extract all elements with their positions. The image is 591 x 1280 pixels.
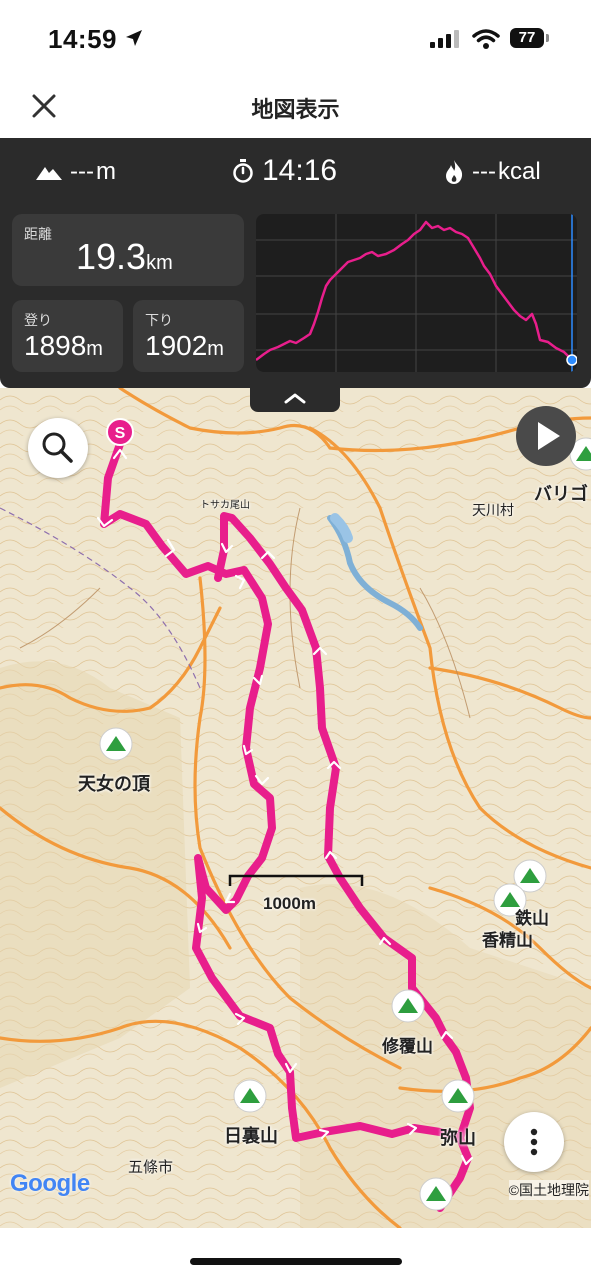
start-marker: S (106, 418, 134, 446)
descent-label: 下り (145, 312, 173, 328)
duration-value: 14:16 (262, 154, 338, 187)
duration-stat: 14:16 (232, 154, 337, 188)
distance-card: 距離 19.3km (12, 214, 244, 286)
nav-bar: 地図表示 (0, 78, 591, 138)
calories-value: --- (472, 158, 496, 185)
map-label-yasen: 弥山 (440, 1128, 476, 1148)
distance-value-group: 19.3km (76, 236, 173, 278)
location-arrow-icon (126, 30, 142, 46)
wifi-icon (472, 29, 500, 49)
elevation-unit: m (95, 158, 116, 185)
battery-icon (546, 34, 549, 42)
play-icon (538, 422, 560, 450)
home-indicator[interactable] (190, 1258, 402, 1265)
search-icon (42, 432, 73, 463)
map-label-gojo: 五條市 (128, 1159, 174, 1176)
scale-bar-label: 1000m (263, 894, 316, 913)
map-label-kosei: 香精山 (482, 931, 533, 950)
map-label-tenkawa: 天川村 (472, 502, 514, 518)
elevation-profile-chart[interactable] (256, 214, 577, 372)
descent-value: 1902 (145, 330, 208, 361)
flame-icon (446, 160, 463, 184)
map-label-shufuku: 修覆山 (382, 1037, 433, 1056)
ascent-label: 登り (24, 312, 52, 328)
calories-unit: kcal (497, 158, 541, 185)
map-label-tennyo: 天女の頂 (78, 774, 150, 794)
status-time: 14:59 (48, 24, 117, 54)
expand-panel-tab[interactable] (250, 388, 340, 412)
play-replay-button[interactable] (516, 406, 576, 466)
chevron-up-icon (284, 393, 306, 404)
status-bar: 14:59 77 (0, 0, 591, 78)
map-label-barigo: バリゴ (534, 484, 588, 504)
google-logo-text: Google (10, 1170, 90, 1197)
ascent-unit: m (86, 338, 103, 360)
distance-label: 距離 (24, 226, 52, 242)
mountain-icon (36, 167, 62, 180)
svg-text:S: S (115, 425, 126, 442)
map-label-tosaka: トサカ尾山 (200, 500, 250, 511)
descent-card: 下り 1902m (133, 300, 244, 372)
more-vertical-icon (530, 1128, 538, 1156)
descent-unit: m (207, 338, 224, 360)
stats-panel: --- m 14:16 --- kcal 距離 19.3km 登り 1898m 下り… (0, 138, 591, 388)
calories-stat: --- kcal (444, 158, 541, 186)
map-search-button[interactable] (28, 418, 88, 478)
topographic-map[interactable]: S 天川村 バリゴ 天女の頂 鉄山 香精山 修覆山 弥山 日裏山 五條市 トサカ… (0, 388, 591, 1228)
google-logo: Google (10, 1170, 90, 1198)
elevation-value: --- (70, 158, 94, 185)
ascent-card: 登り 1898m (12, 300, 123, 372)
page-title: 地図表示 (251, 97, 340, 122)
elevation-profile-svg (256, 214, 577, 372)
elevation-profile-line (256, 220, 573, 361)
battery-level: 77 (510, 28, 544, 48)
profile-cursor-dot (566, 354, 577, 366)
more-menu-button[interactable] (504, 1112, 564, 1172)
map-attribution[interactable]: ©国土地理院 (508, 1180, 589, 1200)
descent-value-group: 1902m (145, 330, 224, 362)
distance-unit: km (146, 252, 173, 274)
map-label-hiura: 日裏山 (224, 1126, 278, 1146)
ascent-value: 1898 (24, 330, 87, 361)
distance-value: 19.3 (76, 236, 147, 277)
ascent-value-group: 1898m (24, 330, 103, 362)
stopwatch-icon (233, 159, 253, 183)
elevation-stat: --- m (36, 158, 116, 186)
cellular-signal-icon (430, 30, 459, 48)
